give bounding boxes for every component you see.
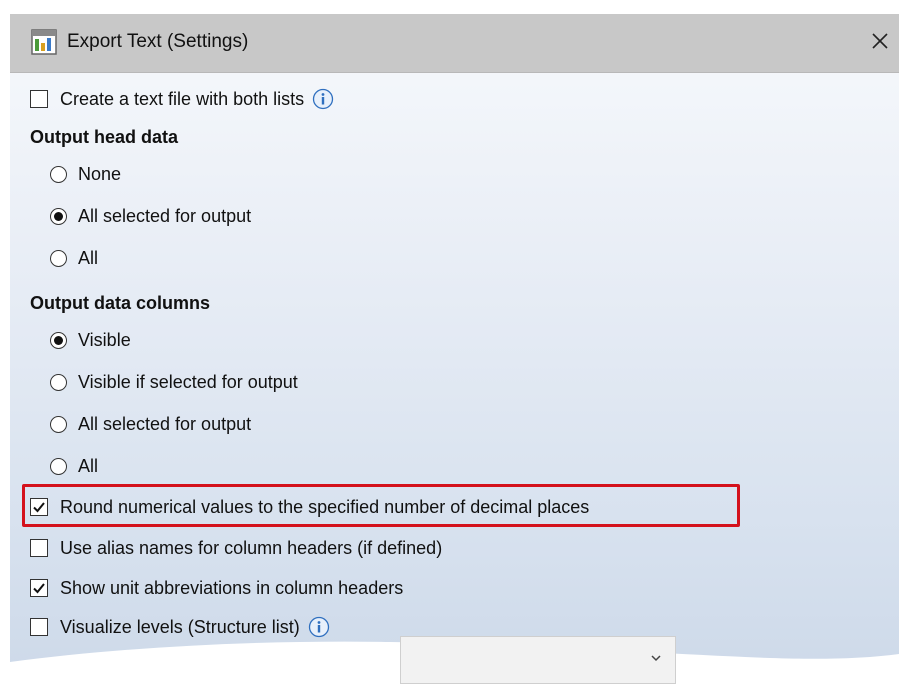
radio-button[interactable] bbox=[50, 415, 67, 433]
radio-button[interactable] bbox=[50, 249, 67, 267]
radio-label: All selected for output bbox=[78, 205, 252, 226]
radio-button[interactable] bbox=[50, 207, 67, 225]
radio-head-none[interactable]: None bbox=[50, 160, 121, 188]
radio-label: All selected for output bbox=[78, 413, 252, 434]
export-text-dialog: Export Text (Settings) Create a text fil… bbox=[10, 14, 899, 684]
close-icon bbox=[872, 33, 888, 49]
radio-columns-all[interactable]: All bbox=[50, 452, 98, 480]
radio-columns-visible-if-selected[interactable]: Visible if selected for output bbox=[50, 368, 298, 396]
round-values-label: Round numerical values to the specified … bbox=[60, 496, 590, 517]
option-both-lists[interactable]: Create a text file with both lists bbox=[30, 85, 334, 113]
info-icon[interactable] bbox=[312, 88, 334, 110]
option-round-values[interactable]: Round numerical values to the specified … bbox=[30, 493, 589, 521]
checkmark-icon bbox=[33, 502, 45, 513]
unit-abbrev-label: Show unit abbreviations in column header… bbox=[60, 577, 404, 598]
radio-label: All bbox=[78, 455, 99, 476]
radio-button[interactable] bbox=[50, 373, 67, 391]
alias-names-checkbox[interactable] bbox=[30, 539, 48, 557]
dropdown-select[interactable] bbox=[400, 636, 676, 684]
both-lists-label: Create a text file with both lists bbox=[60, 88, 305, 109]
radio-head-all-selected[interactable]: All selected for output bbox=[50, 202, 251, 230]
radio-label: All bbox=[78, 247, 99, 268]
radio-columns-all-selected[interactable]: All selected for output bbox=[50, 410, 251, 438]
output-data-columns-heading: Output data columns bbox=[30, 293, 210, 313]
radio-head-all[interactable]: All bbox=[50, 244, 98, 272]
output-head-data-heading: Output head data bbox=[30, 127, 178, 147]
radio-label: Visible bbox=[78, 329, 131, 350]
chevron-down-icon bbox=[651, 655, 661, 662]
radio-button[interactable] bbox=[50, 331, 67, 349]
checkmark-icon bbox=[33, 583, 45, 594]
both-lists-checkbox[interactable] bbox=[30, 90, 48, 108]
app-icon bbox=[31, 29, 57, 55]
title-bar: Export Text (Settings) bbox=[10, 14, 899, 73]
radio-button[interactable] bbox=[50, 457, 67, 475]
alias-names-label: Use alias names for column headers (if d… bbox=[60, 537, 443, 558]
option-alias-names[interactable]: Use alias names for column headers (if d… bbox=[30, 534, 442, 562]
option-unit-abbreviations[interactable]: Show unit abbreviations in column header… bbox=[30, 574, 403, 602]
radio-label: Visible if selected for output bbox=[78, 371, 298, 392]
dialog-title: Export Text (Settings) bbox=[67, 31, 249, 52]
close-button[interactable] bbox=[863, 24, 897, 58]
radio-button[interactable] bbox=[50, 165, 67, 183]
unit-abbrev-checkbox[interactable] bbox=[30, 579, 48, 597]
radio-label: None bbox=[78, 163, 122, 184]
radio-columns-visible[interactable]: Visible bbox=[50, 326, 131, 354]
round-values-checkbox[interactable] bbox=[30, 498, 48, 516]
